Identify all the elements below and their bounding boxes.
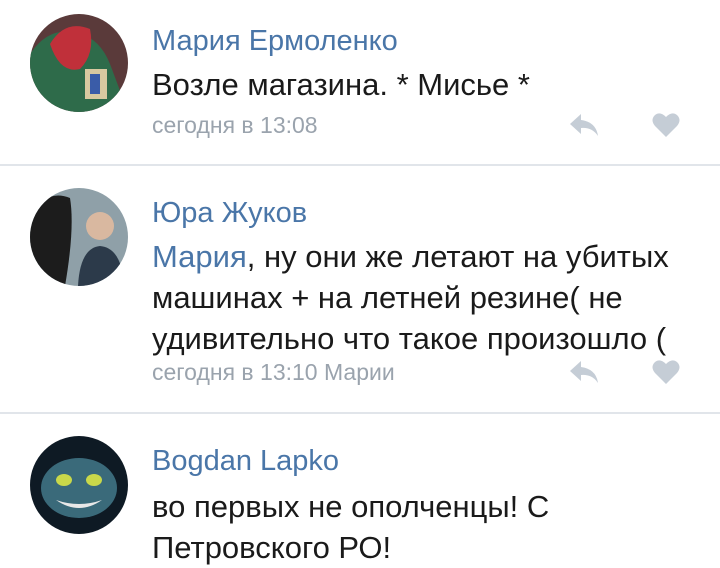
comment-author[interactable]: Bogdan Lapko — [152, 444, 339, 478]
comment-author[interactable]: Мария Ермоленко — [152, 24, 398, 58]
comment-timestamp[interactable]: сегодня в 13:10 Марии — [152, 358, 395, 386]
reply-icon[interactable] — [568, 359, 600, 385]
comment-actions — [560, 110, 690, 140]
comment-text: Возле магазина. * Мисье * — [152, 67, 530, 102]
user-avatar-icon — [30, 14, 128, 112]
comment-text: во первых не ополченцы! С Петровского РО… — [152, 489, 550, 565]
avatar[interactable] — [30, 436, 128, 534]
reply-mention-link[interactable]: Мария — [152, 239, 247, 274]
heart-icon[interactable] — [652, 112, 680, 138]
comment-actions — [560, 357, 690, 387]
comment-item: Bogdan Lapko во первых не ополченцы! С П… — [0, 414, 720, 568]
avatar[interactable] — [30, 14, 128, 112]
comment-author[interactable]: Юра Жуков — [152, 196, 307, 230]
reply-icon[interactable] — [568, 112, 600, 138]
user-avatar-icon — [30, 436, 128, 534]
comment-item: Мария Ермоленко Возле магазина. * Мисье … — [0, 0, 720, 165]
comment-text: Мария, ну они же летают на убитых машина… — [152, 236, 712, 359]
user-avatar-icon — [30, 188, 128, 286]
comment-timestamp[interactable]: сегодня в 13:08 — [152, 111, 318, 139]
comment-item: Юра Жуков Мария, ну они же летают на уби… — [0, 166, 720, 413]
heart-icon[interactable] — [652, 359, 680, 385]
avatar[interactable] — [30, 188, 128, 286]
